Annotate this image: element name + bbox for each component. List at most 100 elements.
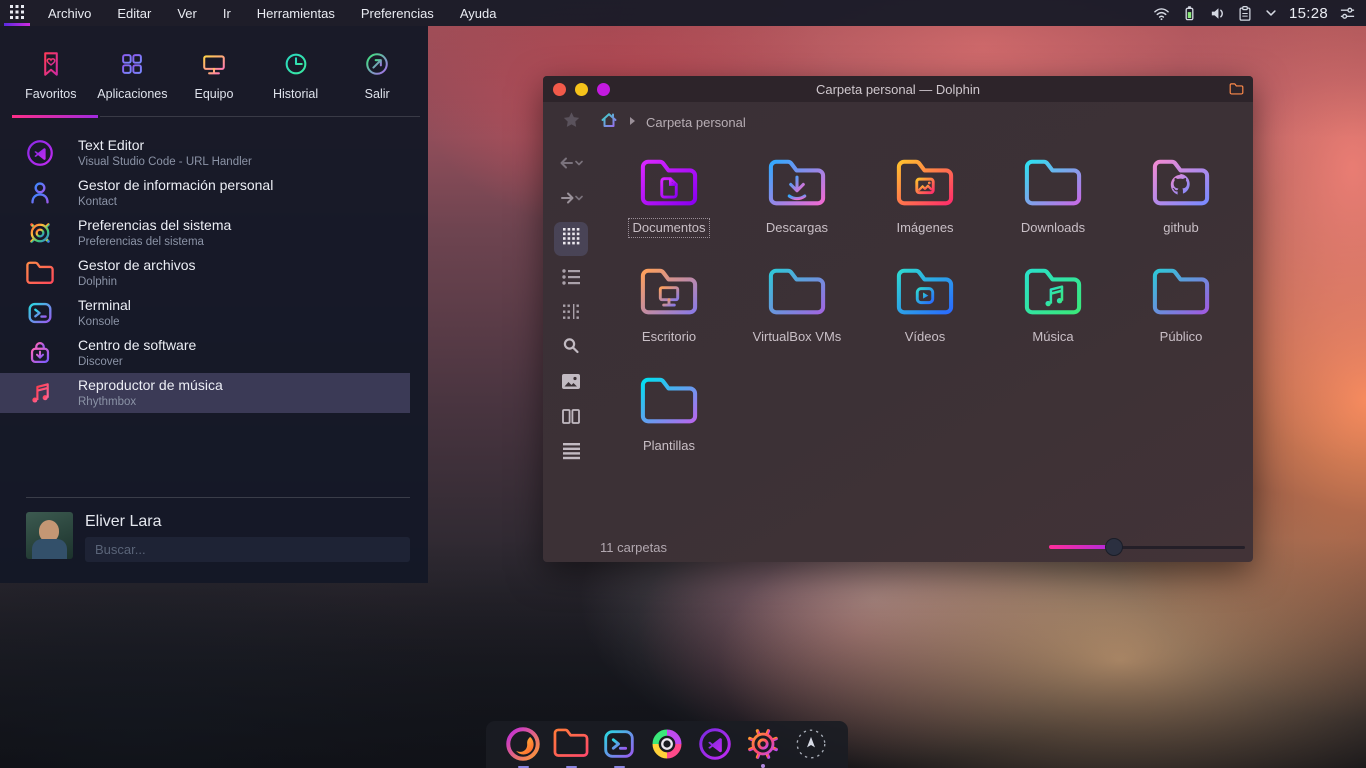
tab-aplicaciones[interactable]: Aplicaciones [92,26,174,118]
clock[interactable]: 15:28 [1289,5,1328,22]
app-item-centro-de-software[interactable]: Centro de software Discover [0,333,428,373]
breadcrumb-chevron-icon [628,113,637,131]
bookmark-star-icon[interactable] [562,111,581,134]
menu-item-ir[interactable]: Ir [223,6,231,21]
folder-github[interactable]: github [1117,148,1245,257]
chevron-down-icon[interactable] [1264,6,1278,20]
tab-favoritos[interactable]: Favoritos [10,26,92,118]
folder-icon [638,154,700,217]
dock-item-konsole[interactable] [599,725,639,768]
folder-icon [1022,263,1084,326]
folder-icon [638,372,700,435]
folder-videos[interactable]: Vídeos [861,257,989,366]
volume-icon[interactable] [1209,5,1226,22]
app-item-gestor-de-informacion-personal[interactable]: Gestor de información personal Kontact [0,173,428,213]
tool-view-compact[interactable] [554,296,588,331]
app-item-text-editor[interactable]: Text Editor Visual Studio Code - URL Han… [0,133,428,173]
tool-view-list[interactable] [554,261,588,296]
search-icon [562,337,580,360]
folder-musica[interactable]: Música [989,257,1117,366]
app-item-preferencias-del-sistema[interactable]: Preferencias del sistema Preferencias de… [0,213,428,253]
dolphin-window: Carpeta personal — Dolphin Carpeta perso… [543,76,1253,562]
tool-back[interactable] [554,148,588,183]
clipboard-icon[interactable] [1237,5,1253,22]
dolphin-statusbar: 11 carpetas [543,532,1253,562]
tool-split[interactable] [554,401,588,436]
menu-item-preferencias[interactable]: Preferencias [361,6,434,21]
folder-grid: Documentos Descargas Imágenes Downloads … [605,148,1251,475]
tool-preview[interactable] [554,366,588,401]
folder-icon [1022,154,1084,217]
search-input[interactable] [85,537,410,562]
app-item-gestor-de-archivos[interactable]: Gestor de archivos Dolphin [0,253,428,293]
menu-item-editar[interactable]: Editar [117,6,151,21]
folder-downloads[interactable]: Downloads [989,148,1117,257]
app-launcher-button[interactable] [0,0,34,26]
folder-icon [1150,154,1212,217]
dock-item-vscode[interactable] [695,725,735,768]
terminal-icon [24,297,56,329]
split-icon [562,409,580,429]
network-wifi-icon[interactable] [1153,5,1170,22]
dock-item-firefox[interactable] [503,725,543,768]
dock-item-chrome[interactable] [647,725,687,768]
firefox-icon [504,725,542,768]
tool-search[interactable] [554,331,588,366]
app-grid-icon [116,44,148,80]
menu-item-herramientas[interactable]: Herramientas [257,6,335,21]
divider [26,497,410,498]
app-item-reproductor-de-musica[interactable]: Reproductor de música Rhythmbox [0,373,410,413]
menu-item-archivo[interactable]: Archivo [48,6,91,21]
view-grid-icon [563,228,580,250]
app-item-terminal[interactable]: Terminal Konsole [0,293,428,333]
close-button[interactable] [553,83,566,96]
folder-plantillas[interactable]: Plantillas [605,366,733,475]
zoom-slider-fill [1049,545,1114,549]
monitor-icon [197,44,231,80]
home-icon[interactable] [599,110,619,135]
tool-view-grid[interactable] [554,222,588,256]
folder-escritorio[interactable]: Escritorio [605,257,733,366]
folder-imagenes[interactable]: Imágenes [861,148,989,257]
folder-virtualbox-vms[interactable]: VirtualBox VMs [733,257,861,366]
view-list-icon [562,268,580,290]
top-panel: Archivo Editar Ver Ir Herramientas Preferenci… [0,0,1366,26]
latte-settings-icon[interactable] [1339,5,1356,22]
minimize-button[interactable] [575,83,588,96]
dolphin-toolbar: Carpeta personal [543,106,746,138]
battery-icon[interactable] [1181,5,1198,22]
maximize-button[interactable] [597,83,610,96]
folder-publico[interactable]: Público [1117,257,1245,366]
menu-item-ayuda[interactable]: Ayuda [460,6,497,21]
avatar[interactable] [26,512,73,559]
gear-icon [24,217,56,249]
settings-icon [744,725,782,768]
dolphin-view-toolbar [543,148,599,471]
folder-documentos[interactable]: Documentos [605,148,733,257]
dock-item-settings[interactable] [743,725,783,768]
dock-item-launcher[interactable] [791,725,831,768]
folder-icon [638,263,700,326]
tool-menu[interactable] [554,436,588,471]
forward-icon [559,190,583,211]
desktop: Archivo Editar Ver Ir Herramientas Preferenci… [0,0,1366,768]
folder-descargas[interactable]: Descargas [733,148,861,257]
tab-equipo[interactable]: Equipo [173,26,255,118]
top-panel-left: Archivo Editar Ver Ir Herramientas Preferenci… [0,0,496,26]
vscode-icon [696,725,734,768]
person-icon [24,177,56,209]
tab-historial[interactable]: Historial [255,26,337,118]
tool-forward[interactable] [554,183,588,218]
dolphin-titlebar[interactable]: Carpeta personal — Dolphin [543,76,1253,102]
tab-salir[interactable]: Salir [336,26,418,118]
zoom-slider-handle[interactable] [1105,538,1123,556]
launcher-icon [792,725,830,768]
dock-item-files[interactable] [551,725,591,768]
folder-icon [1150,263,1212,326]
menu-item-ver[interactable]: Ver [177,6,197,21]
dock [486,721,848,768]
breadcrumb[interactable]: Carpeta personal [646,115,746,130]
zoom-slider[interactable] [1049,545,1245,549]
window-folder-icon [1229,82,1244,101]
folder-icon [24,257,56,289]
